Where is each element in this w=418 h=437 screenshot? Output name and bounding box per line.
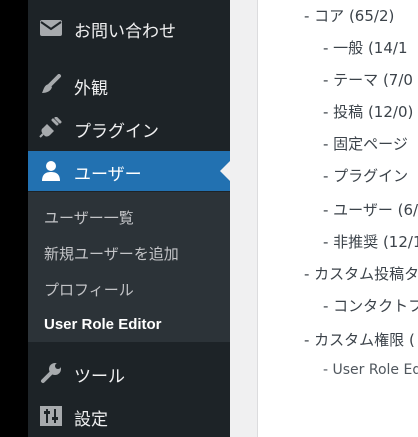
tree-item-core[interactable]: - コア (65/2): [304, 5, 394, 26]
sidebar-item-tools[interactable]: ツール: [28, 353, 230, 393]
sidebar-item-label: ユーザー: [74, 165, 142, 185]
current-menu-arrow: [220, 161, 230, 181]
tree-item-custom-capabilities[interactable]: - カスタム権限 (: [304, 329, 415, 350]
sidebar-item-contact[interactable]: お問い合わせ: [28, 8, 230, 48]
sidebar-item-appearance[interactable]: 外観: [28, 65, 230, 105]
submenu-item-user-list[interactable]: ユーザー一覧: [44, 207, 134, 228]
sidebar-item-label: 外観: [74, 79, 108, 99]
tree-item-contact-form[interactable]: - コンタクトフ: [323, 295, 418, 316]
sidebar-item-label: お問い合わせ: [74, 22, 176, 42]
sliders-icon: [39, 405, 63, 427]
tree-item-posts[interactable]: - 投稿 (12/0): [323, 101, 413, 122]
submenu-item-user-role-editor[interactable]: User Role Editor: [44, 316, 162, 333]
admin-sidebar: お問い合わせ 外観 プラグイン ユーザー ユーザー一覧 新規ユーザーを追加 プロ…: [28, 0, 230, 437]
tree-item-pages[interactable]: - 固定ページ: [323, 133, 408, 154]
wrench-icon: [39, 362, 63, 384]
tree-item-themes[interactable]: - テーマ (7/0: [323, 69, 413, 90]
tree-item-general[interactable]: - 一般 (14/1: [323, 37, 408, 58]
tree-item-deprecated[interactable]: - 非推奨 (12/1: [323, 231, 418, 252]
tree-item-plugins[interactable]: - プラグイン: [323, 165, 408, 186]
sidebar-item-plugins[interactable]: プラグイン: [28, 108, 230, 148]
left-edge-strip: [0, 0, 28, 437]
submenu-item-profile[interactable]: プロフィール: [44, 279, 134, 300]
sidebar-item-label: プラグイン: [74, 122, 159, 142]
tree-item-users[interactable]: - ユーザー (6/: [323, 199, 418, 220]
paintbrush-icon: [39, 74, 63, 96]
sidebar-item-settings[interactable]: 設定: [28, 396, 230, 436]
sidebar-item-label: ツール: [74, 367, 125, 387]
envelope-icon: [39, 17, 63, 39]
sidebar-item-label: 設定: [74, 410, 108, 430]
tree-item-custom-post-types[interactable]: - カスタム投稿タ: [304, 263, 418, 284]
user-icon: [39, 160, 63, 182]
tree-item-user-role-editor[interactable]: - User Role Ed: [323, 362, 418, 378]
submenu-item-add-new-user[interactable]: 新規ユーザーを追加: [44, 243, 179, 264]
content-gutter: [230, 0, 258, 437]
sidebar-item-users[interactable]: ユーザー: [28, 151, 230, 191]
plug-icon: [39, 116, 63, 139]
capabilities-tree-panel: - コア (65/2) - 一般 (14/1 - テーマ (7/0 - 投稿 (…: [258, 0, 418, 437]
users-submenu: ユーザー一覧 新規ユーザーを追加 プロフィール User Role Editor: [28, 192, 230, 342]
